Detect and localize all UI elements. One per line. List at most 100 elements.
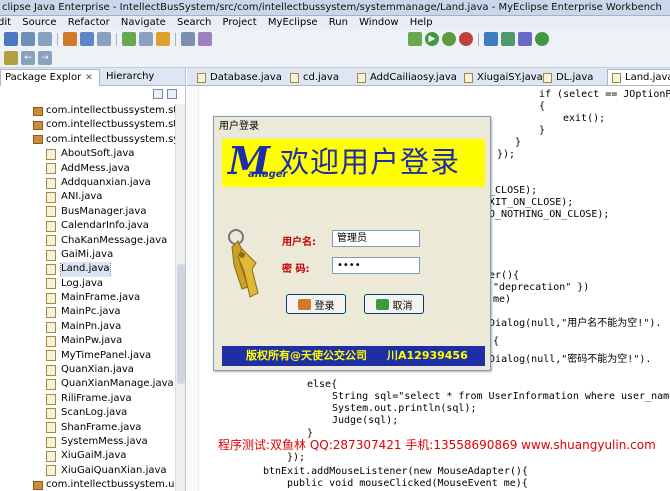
code-line: N_CLOSE);: [483, 185, 538, 196]
watermark-text: 程序测试:双鱼林 QQ:287307421 手机:13558690869 www…: [218, 438, 656, 452]
wizard-icon[interactable]: [122, 32, 136, 46]
new-icon[interactable]: [4, 32, 18, 46]
close-icon[interactable]: ✕: [85, 73, 93, 83]
link-editor-icon[interactable]: [167, 89, 177, 99]
save-icon[interactable]: [21, 32, 35, 46]
menu-myeclipse[interactable]: MyEclipse: [268, 16, 318, 29]
tree-file-item[interactable]: Addquanxian.java: [0, 176, 176, 190]
code-line: me): [493, 294, 512, 305]
tree-package-item[interactable]: com.intellectbussystem.userbe: [0, 478, 176, 491]
run-icon[interactable]: ▶: [425, 32, 439, 46]
tree-item-label: XiuGaiM.java: [61, 450, 127, 462]
tree-item-label: Log.java: [61, 277, 103, 289]
username-input[interactable]: 管理员: [332, 230, 420, 247]
menu-help[interactable]: Help: [410, 16, 433, 29]
tree-package-item[interactable]: com.intellectbussystem.system: [0, 133, 176, 147]
menu-source[interactable]: Source: [22, 16, 56, 29]
open-type-icon[interactable]: [535, 32, 549, 46]
tree-file-item[interactable]: XiuGaiM.java: [0, 449, 176, 463]
java-file-icon: [46, 177, 56, 189]
deploy-icon[interactable]: [80, 32, 94, 46]
menu-navigate[interactable]: Navigate: [121, 16, 166, 29]
tab-xiugaisy-java[interactable]: XiugaiSY.java: [464, 69, 543, 85]
new-class-icon[interactable]: [484, 32, 498, 46]
tree-file-item[interactable]: QuanXianManage.java: [0, 377, 176, 391]
tree-file-item[interactable]: AboutSoft.java: [0, 147, 176, 161]
tree-file-item[interactable]: MainPw.java: [0, 334, 176, 348]
menu-search[interactable]: Search: [177, 16, 211, 29]
java-file-icon: [46, 335, 56, 347]
tree-file-item[interactable]: BusManager.java: [0, 205, 176, 219]
tree-item-label: GaiMi.java: [61, 248, 114, 260]
tree-file-item[interactable]: QuanXian.java: [0, 363, 176, 377]
scrollbar-thumb[interactable]: [177, 264, 185, 384]
menu-run[interactable]: Run: [329, 16, 348, 29]
forward-icon[interactable]: →: [38, 50, 52, 65]
tree-file-item[interactable]: GaiMi.java: [0, 248, 176, 262]
tree-file-item[interactable]: ScanLog.java: [0, 406, 176, 420]
password-input[interactable]: ••••: [332, 257, 420, 274]
tab-cd-java[interactable]: cd.java: [290, 69, 339, 85]
tree-file-item[interactable]: MyTimePanel.java: [0, 349, 176, 363]
server-icon[interactable]: [97, 32, 111, 46]
mark-icon[interactable]: [198, 32, 212, 46]
window-title-bar: clipse Java Enterprise - IntellectBusSys…: [0, 0, 670, 16]
java-file-icon: [46, 422, 56, 434]
code-line: exit();: [563, 113, 606, 124]
tree-file-item[interactable]: MainPc.java: [0, 305, 176, 319]
menu-project[interactable]: Project: [223, 16, 257, 29]
browser-icon[interactable]: [139, 32, 153, 46]
tree-file-item[interactable]: MainPn.java: [0, 320, 176, 334]
run-last-icon[interactable]: [442, 32, 456, 46]
tree-file-item[interactable]: CalendarInfo.java: [0, 219, 176, 233]
tree-file-item[interactable]: Log.java: [0, 277, 176, 291]
tree-package-item[interactable]: com.intellectbussystem.stopm: [0, 118, 176, 132]
code-line: geDialog(null,"密码不能为空!").: [477, 354, 652, 365]
stop-icon[interactable]: [459, 32, 473, 46]
menu-edit[interactable]: dit: [0, 16, 11, 29]
tree-item-label: com.intellectbussystem.system: [46, 133, 176, 145]
package-icon[interactable]: [63, 32, 77, 46]
java-file-icon: [357, 72, 366, 83]
tree-file-item[interactable]: ChaKanMessage.java: [0, 234, 176, 248]
cancel-button[interactable]: 取消: [364, 294, 424, 314]
code-line: if (select == JOptionPa: [539, 89, 670, 100]
tree-file-item[interactable]: ANI.java: [0, 190, 176, 204]
welcome-banner: M anager 欢迎用户登录: [222, 139, 485, 187]
tab-land-java[interactable]: Land.java: [607, 69, 670, 85]
login-button[interactable]: 登录: [286, 294, 346, 314]
tree-file-item[interactable]: ShanFrame.java: [0, 421, 176, 435]
editor-tabs: Database.java cd.java AddCailiaosy.java …: [187, 68, 670, 86]
code-line: }: [515, 137, 522, 148]
tree-item-label: com.intellectbussystem.userbe: [46, 479, 176, 491]
tab-hierarchy[interactable]: Hierarchy: [102, 69, 186, 86]
folder-icon[interactable]: [156, 32, 170, 46]
tree-file-item[interactable]: MainFrame.java: [0, 291, 176, 305]
menu-window[interactable]: Window: [359, 16, 398, 29]
java-file-icon: [543, 72, 552, 83]
package-icon: [33, 106, 43, 116]
tree-package-item[interactable]: com.intellectbussystem.staffma: [0, 104, 176, 118]
tab-database-java[interactable]: Database.java: [197, 69, 282, 85]
toggle-icon[interactable]: [181, 32, 195, 46]
tree-item-label: QuanXian.java: [61, 364, 134, 376]
tab-package-explorer[interactable]: Package Explor ✕: [0, 69, 100, 86]
tree-file-item[interactable]: RiliFrame.java: [0, 392, 176, 406]
tree-item-label: RiliFrame.java: [61, 392, 132, 404]
collapse-all-icon[interactable]: [153, 89, 163, 99]
tree-file-item[interactable]: AddMess.java: [0, 162, 176, 176]
debug-icon[interactable]: [408, 32, 422, 46]
new-package-icon[interactable]: [501, 32, 515, 46]
new-interface-icon[interactable]: [518, 32, 532, 46]
tab-dl-java[interactable]: DL.java: [543, 69, 593, 85]
tree-item-label: com.intellectbussystem.staffma: [46, 105, 176, 116]
print-icon[interactable]: [38, 32, 52, 46]
tab-addcailiaosy-java[interactable]: AddCailiaosy.java: [357, 69, 457, 85]
annotation-icon[interactable]: [4, 50, 18, 65]
tree-file-item[interactable]: Land.java: [0, 262, 176, 277]
menu-refactor[interactable]: Refactor: [68, 16, 110, 29]
tree-file-item[interactable]: XiuGaiQuanXian.java: [0, 464, 176, 478]
tree-scrollbar[interactable]: [175, 104, 185, 491]
tree-file-item[interactable]: SystemMess.java: [0, 435, 176, 449]
back-icon[interactable]: ←: [21, 50, 35, 65]
